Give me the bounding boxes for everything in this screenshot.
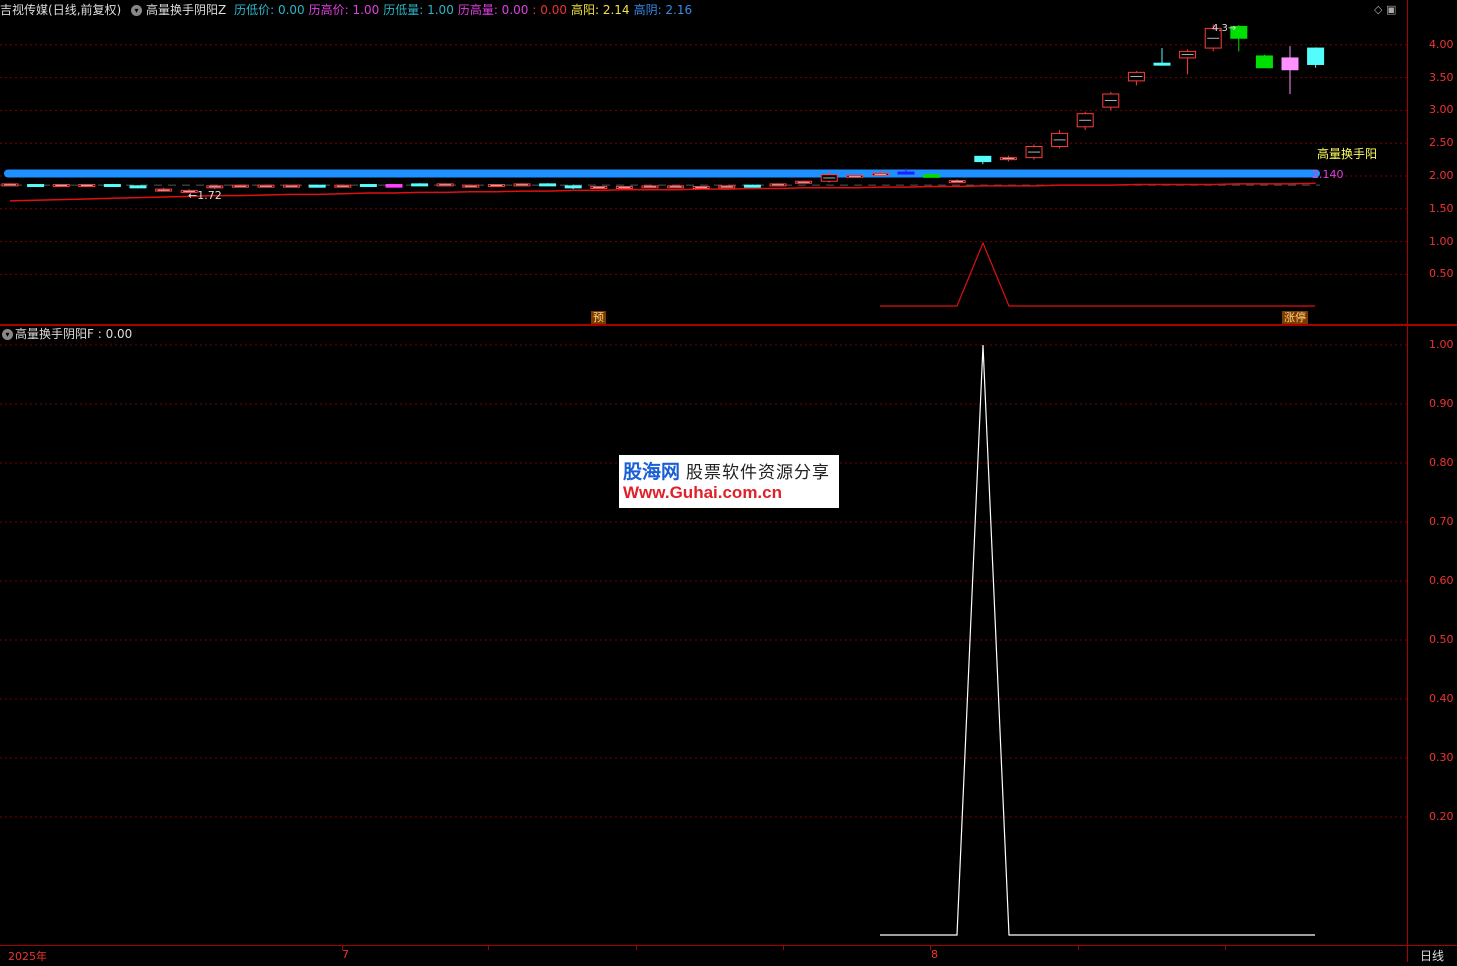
candle [231, 184, 249, 188]
candle [718, 185, 736, 189]
candle [513, 183, 531, 187]
candle [1025, 144, 1043, 160]
y-axis-label: 3.50 [1429, 70, 1454, 84]
candle [411, 183, 429, 187]
high-price-value: 4.3 [1212, 23, 1228, 34]
candle [487, 184, 505, 188]
candle [590, 185, 608, 189]
candle [462, 184, 480, 188]
tag-pre: 预 [591, 311, 606, 324]
indicator-chart[interactable] [0, 325, 1407, 945]
candle [846, 174, 864, 178]
right-axis-line [1407, 0, 1408, 962]
price-value-label: 2.140 [1312, 168, 1344, 181]
x-label-july: 7 [342, 948, 349, 961]
time-axis[interactable]: 2025年 7 8 [0, 945, 1407, 963]
y-axis-label: 1.50 [1429, 201, 1454, 215]
candle [615, 185, 633, 189]
candle [999, 155, 1017, 162]
y-axis-label: 0.90 [1429, 397, 1454, 410]
candle [283, 184, 301, 188]
candle [257, 184, 275, 188]
period-selector[interactable]: 日线 [1407, 945, 1457, 963]
candle [78, 183, 96, 188]
candle [948, 179, 966, 184]
y-axis-label: 0.70 [1429, 515, 1454, 528]
candle [359, 183, 377, 188]
watermark-logo: 股海网 股票软件资源分享 Www.Guhai.com.cn [619, 455, 839, 508]
x-label-august: 8 [931, 948, 938, 961]
tag-limit-up: 涨停 [1282, 311, 1308, 324]
candle [27, 183, 45, 188]
candle [129, 185, 147, 189]
candle [1255, 54, 1273, 69]
candle [743, 184, 761, 188]
candle [103, 183, 121, 188]
y-axis-label: 1.00 [1429, 234, 1454, 248]
high-price-label: 4.3→ [1212, 23, 1237, 34]
high-yang-label: 高量换手阳 [1317, 147, 1378, 161]
y-axis-label: 0.30 [1429, 751, 1454, 764]
y-axis-label: 2.00 [1429, 169, 1454, 182]
candle [385, 183, 403, 188]
candle [1153, 48, 1171, 66]
y-axis-label: 2.50 [1429, 136, 1454, 150]
candle [1076, 111, 1094, 131]
candle [1307, 47, 1325, 68]
y-axis-label: 0.20 [1429, 810, 1454, 823]
candle [1051, 130, 1069, 149]
y-axis-label: 3.00 [1429, 103, 1454, 117]
watermark-url: Www.Guhai.com.cn [623, 483, 782, 502]
watermark-slogan: 股票软件资源分享 [686, 463, 831, 483]
y-axis-label: 0.40 [1429, 692, 1454, 705]
y-axis-label: 0.60 [1429, 574, 1454, 587]
candle [769, 183, 787, 187]
y-axis-label: 4.00 [1429, 37, 1454, 51]
candle [1127, 71, 1145, 86]
y-axis-label: 0.80 [1429, 456, 1454, 469]
candle [539, 183, 557, 187]
y-axis-label: 0.50 [1429, 633, 1454, 646]
candle [308, 184, 326, 188]
low-price-value: 1.72 [197, 189, 222, 202]
candle [795, 180, 813, 184]
candle [1102, 92, 1120, 111]
candle [1179, 49, 1197, 75]
candle [974, 155, 992, 165]
candle [1, 183, 19, 187]
candle [692, 185, 710, 189]
price-chart[interactable] [0, 0, 1407, 324]
candle [667, 185, 685, 189]
candle [1281, 46, 1299, 94]
low-price-label: ←1.72 [188, 189, 222, 202]
watermark-brand: 股海网 [623, 461, 681, 483]
candle [641, 185, 659, 189]
y-axis-label: 1.00 [1429, 338, 1454, 351]
candle [52, 183, 70, 188]
candle [334, 184, 352, 188]
candle [155, 187, 173, 192]
candle [436, 183, 454, 187]
y-axis-label: 0.50 [1429, 267, 1454, 281]
